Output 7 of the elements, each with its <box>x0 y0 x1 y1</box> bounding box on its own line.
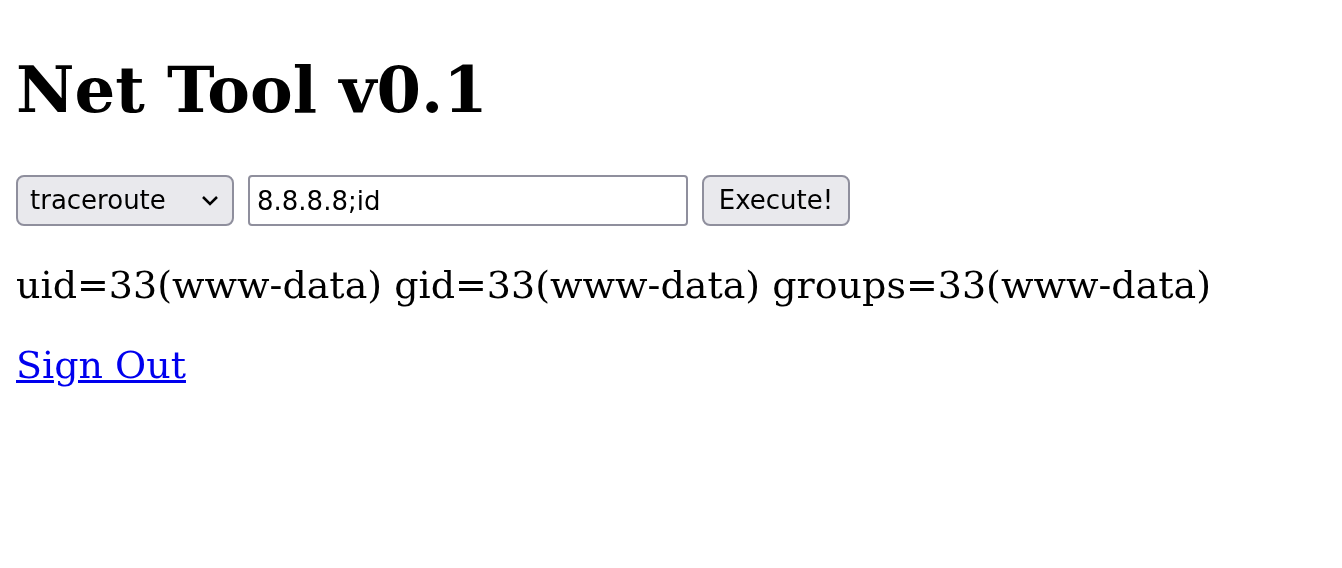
chevron-down-icon <box>200 193 220 208</box>
page-title: Net Tool v0.1 <box>16 52 488 127</box>
command-output: uid=33(www-data) gid=33(www-data) groups=33(www-data) <box>16 262 1212 309</box>
command-select[interactable]: traceroute <box>16 175 234 226</box>
execute-button[interactable]: Execute! <box>702 175 850 226</box>
sign-out-link[interactable]: Sign Out <box>16 340 186 390</box>
host-input-field[interactable]: 8.8.8.8;id <box>248 175 688 226</box>
